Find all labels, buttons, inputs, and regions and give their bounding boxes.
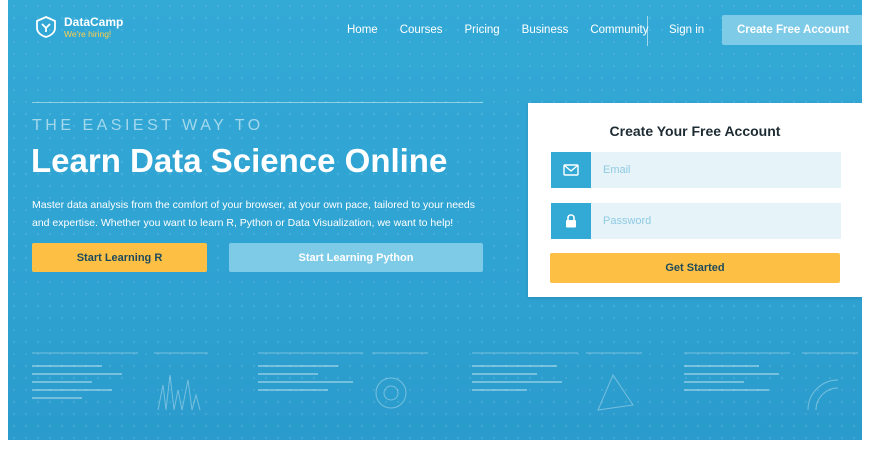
hero-headline: Learn Data Science Online: [31, 142, 448, 179]
logo[interactable]: DataCamp We're hiring!: [35, 16, 123, 39]
hero-divider: [32, 102, 483, 103]
logo-name: DataCamp: [64, 15, 124, 29]
hero-description: Master data analysis from the comfort of…: [32, 199, 475, 229]
nav-courses[interactable]: Courses: [400, 24, 443, 36]
decorative-code-background: [32, 352, 858, 411]
envelope-icon: [551, 152, 591, 188]
create-account-button[interactable]: Create Free Account: [722, 15, 862, 45]
hero-section: DataCamp We're hiring! Home Courses Pric…: [8, 0, 862, 440]
password-field: [551, 203, 843, 239]
start-learning-python-button[interactable]: Start Learning Python: [229, 243, 483, 272]
signup-card: Create Your Free Account Get Started: [528, 103, 862, 297]
email-field: [551, 152, 843, 188]
nav-business[interactable]: Business: [522, 24, 569, 36]
nav-home[interactable]: Home: [347, 24, 378, 36]
signup-title: Create Your Free Account: [609, 123, 781, 139]
sign-in-link[interactable]: Sign in: [669, 24, 704, 36]
password-input[interactable]: [591, 203, 843, 239]
get-started-button[interactable]: Get Started: [550, 253, 840, 283]
nav-links: Home Courses Pricing Business Community: [347, 24, 671, 36]
email-input[interactable]: [591, 152, 843, 188]
datacamp-logo-icon: [36, 16, 56, 39]
nav-community[interactable]: Community: [590, 24, 648, 36]
start-learning-r-button[interactable]: Start Learning R: [32, 243, 207, 272]
nav-pricing[interactable]: Pricing: [465, 24, 500, 36]
nav-divider: [647, 16, 648, 46]
top-navigation: DataCamp We're hiring! Home Courses Pric…: [8, 0, 862, 62]
lock-icon: [551, 203, 591, 239]
hero-eyebrow: THE EASIEST WAY TO: [32, 117, 264, 134]
hiring-link[interactable]: We're hiring!: [64, 30, 123, 39]
